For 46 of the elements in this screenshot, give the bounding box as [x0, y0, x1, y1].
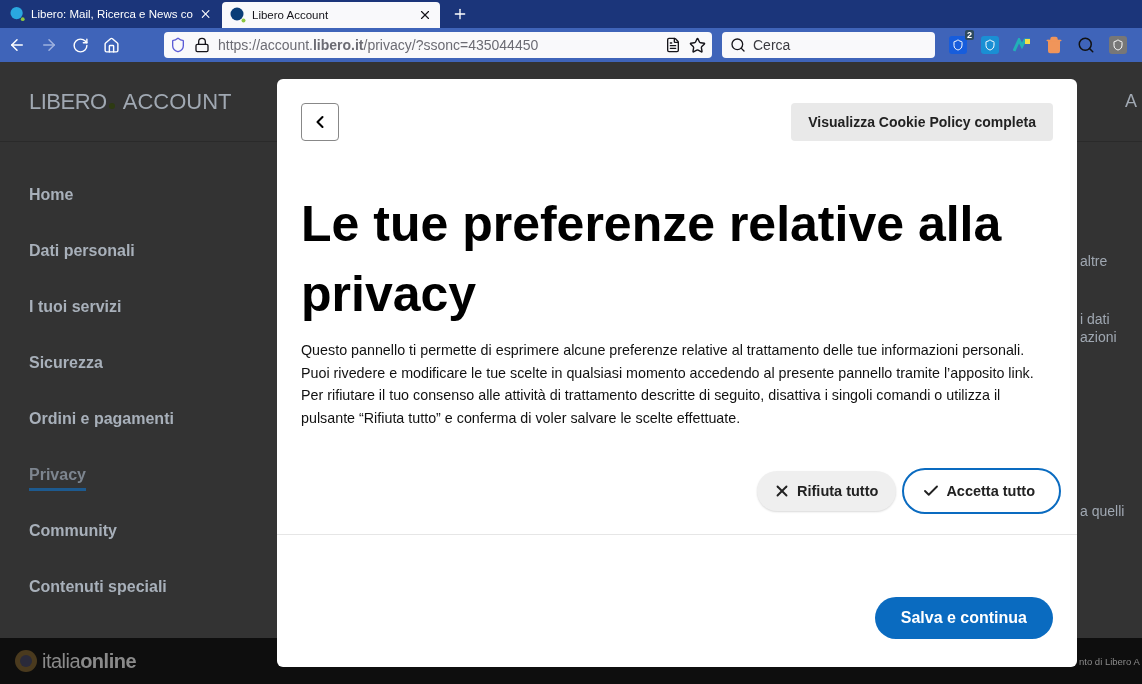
reload-icon[interactable]	[72, 36, 89, 54]
sidebar-item[interactable]: Community	[29, 520, 117, 547]
shield-icon	[170, 37, 186, 53]
back-icon[interactable]	[8, 36, 26, 54]
footer-text: nto di Libero A	[1079, 655, 1141, 667]
libero-account-logo: LIBERO ACCOUNT	[29, 88, 232, 115]
search-field[interactable]: Cerca	[722, 32, 935, 58]
shield-extension-icon[interactable]	[981, 36, 999, 54]
page-text: altre	[1080, 252, 1109, 270]
search-icon[interactable]	[1077, 36, 1095, 54]
back-button[interactable]	[301, 103, 339, 141]
shield-extension-icon[interactable]	[949, 36, 967, 54]
extension-icon[interactable]	[1013, 38, 1031, 52]
sidebar-item[interactable]: I tuoi servizi	[29, 296, 122, 323]
page-text: a quelli	[1080, 502, 1126, 520]
italiaonline-logo: italiaonline	[42, 649, 137, 673]
dialog-title: Le tue preferenze relative alla privacy	[301, 195, 1003, 324]
browser-tab[interactable]: Libero: Mail, Ricerca e News co	[2, 2, 220, 26]
address-field[interactable]: https://account.libero.it/privacy/?ssonc=435044450	[164, 32, 712, 58]
sidebar-item[interactable]: Sicurezza	[29, 352, 103, 379]
sidebar-item[interactable]: Dati personali	[29, 240, 135, 267]
extension-badge: 2	[965, 30, 974, 40]
accept-all-button[interactable]: Accetta tutto	[902, 468, 1061, 514]
forward-icon[interactable]	[40, 36, 58, 54]
sidebar-item[interactable]: Privacy	[29, 464, 86, 491]
bookmark-star-icon[interactable]	[689, 36, 706, 54]
header-text: A	[1125, 91, 1137, 112]
dialog-description: Questo pannello ti permette di esprimere alcune preferenze relative al trattamento delle tue informazioni personali. Puoi rivedere e modificare le tue scelte in qualsiasi momento accedendo al presente pannello tramite l’apposito link. Per rifiutare il tuo consenso alle attività di trattamento descritte di seguito, disattiva i singoli comandi o utilizza il pulsante “Rifiuta tutto” e conferma di voler salvare le scelte effettuate.	[301, 341, 1035, 428]
sidebar-item[interactable]: Contenuti speciali	[29, 576, 167, 603]
save-button[interactable]: Salva e continua	[874, 597, 1053, 639]
home-icon[interactable]	[103, 36, 120, 54]
search-icon	[730, 37, 746, 53]
libero-favicon-icon	[230, 7, 246, 23]
browser-tab[interactable]: Libero Account	[222, 2, 440, 28]
new-tab-icon[interactable]	[452, 6, 468, 22]
reader-view-icon[interactable]	[665, 37, 681, 53]
close-icon[interactable]	[418, 8, 432, 22]
libero-favicon-icon	[10, 6, 26, 22]
page-text: i dati azioni	[1080, 310, 1118, 346]
italiaonline-logo-icon	[14, 649, 38, 673]
sidebar-item[interactable]: Ordini e pagamenti	[29, 408, 174, 435]
lock-icon	[194, 37, 210, 53]
sidebar-item[interactable]: Home	[29, 184, 74, 211]
cookie-policy-button[interactable]: Visualizza Cookie Policy completa	[791, 103, 1053, 141]
reject-all-button[interactable]: Rifiuta tutto	[757, 471, 897, 511]
shield-extension-icon[interactable]	[1109, 36, 1127, 54]
